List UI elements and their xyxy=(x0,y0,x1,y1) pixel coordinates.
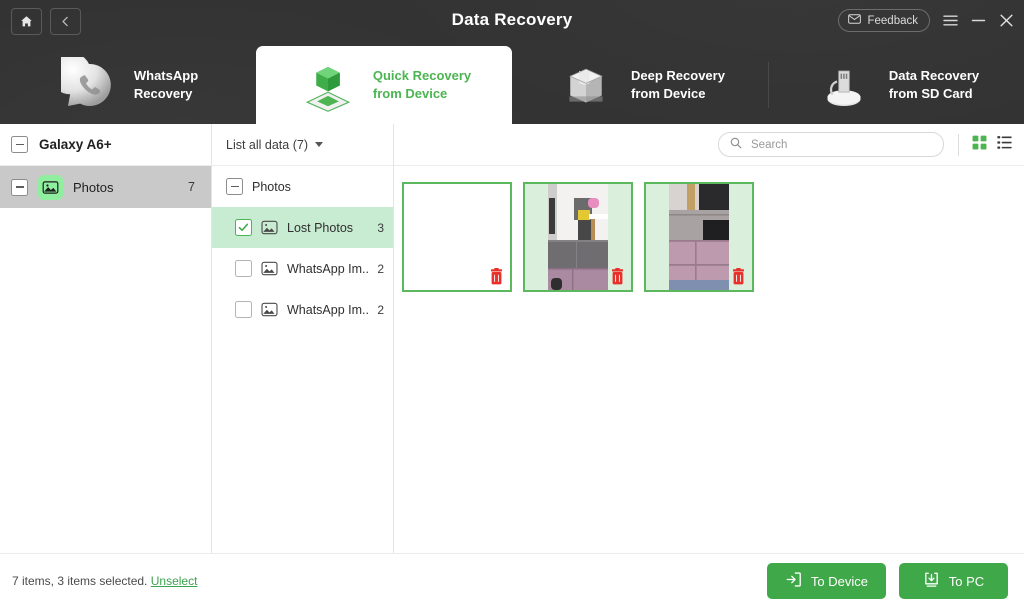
tree-node-count: 2 xyxy=(377,302,384,317)
checkbox-whatsapp-images-2[interactable] xyxy=(235,301,252,318)
list-all-data-label: List all data (7) xyxy=(226,137,308,152)
selection-status: 7 items, 3 items selected. Unselect xyxy=(12,574,767,588)
trash-icon xyxy=(610,268,625,285)
tree-node-label: Photos xyxy=(252,179,291,194)
feedback-label: Feedback xyxy=(867,14,918,27)
search-icon xyxy=(730,136,742,154)
data-tree-panel: List all data (7) Photos Lost Photos 3 W… xyxy=(212,124,394,553)
thumbnail-photo xyxy=(669,184,729,290)
footer-actions: To Device To PC xyxy=(766,563,1008,599)
tab-divider xyxy=(768,62,769,108)
tab-data-recovery-from-sd-card[interactable]: Data Recovery from SD Card xyxy=(768,46,1024,124)
sd-card-reader-icon xyxy=(813,54,875,116)
download-to-pc-icon xyxy=(923,571,940,591)
photo-icon xyxy=(261,220,278,235)
tab-label: Data Recovery from SD Card xyxy=(888,68,980,101)
collapse-minus-icon[interactable] xyxy=(226,178,243,195)
tab-label: WhatsApp Recovery xyxy=(133,68,199,101)
tab-label: Quick Recovery from Device xyxy=(372,68,472,101)
tree-node-whatsapp-images-1[interactable]: WhatsApp Im... 2 xyxy=(212,248,393,289)
selection-status-text: 7 items, 3 items selected. xyxy=(12,574,148,588)
tree-node-label: WhatsApp Im... xyxy=(287,302,369,317)
tree-node-whatsapp-images-2[interactable]: WhatsApp Im... 2 xyxy=(212,289,393,330)
thumbnail-item[interactable] xyxy=(402,182,512,292)
device-sidebar: Galaxy A6+ Photos 7 xyxy=(0,124,212,553)
title-bar: Data Recovery Feedback xyxy=(0,0,1024,46)
open-box-icon xyxy=(555,54,617,116)
mail-icon xyxy=(848,14,862,27)
collapse-minus-icon[interactable] xyxy=(11,136,28,153)
app-window: Data Recovery Feedback WhatsApp Recovery… xyxy=(0,0,1024,608)
close-icon[interactable] xyxy=(999,14,1014,27)
sidebar-item-photos[interactable]: Photos 7 xyxy=(0,166,211,208)
tree-node-photos[interactable]: Photos xyxy=(212,166,393,207)
feedback-button[interactable]: Feedback xyxy=(838,9,930,32)
content-panel xyxy=(394,124,1024,553)
tab-deep-recovery-from-device[interactable]: Deep Recovery from Device xyxy=(512,46,768,124)
photo-icon xyxy=(261,302,278,317)
tree-node-count: 3 xyxy=(377,220,384,235)
search-input[interactable] xyxy=(749,137,932,152)
tree-list: Photos Lost Photos 3 WhatsApp Im... 2 Wh… xyxy=(212,166,393,330)
green-cube-icon xyxy=(297,54,359,116)
unselect-link[interactable]: Unselect xyxy=(151,574,198,588)
checkbox-lost-photos[interactable] xyxy=(235,219,252,236)
photo-icon xyxy=(261,261,278,276)
tree-node-count: 2 xyxy=(377,261,384,276)
tab-quick-recovery-from-device[interactable]: Quick Recovery from Device xyxy=(256,46,512,124)
to-device-button[interactable]: To Device xyxy=(766,563,886,599)
export-to-device-icon xyxy=(785,571,802,591)
mode-tabs: WhatsApp Recovery Quick Recovery from De… xyxy=(0,46,1024,124)
thumbnail-item[interactable] xyxy=(644,182,754,292)
view-mode-toggles xyxy=(972,135,1012,155)
window-controls: Feedback xyxy=(838,9,1014,32)
minimize-icon[interactable] xyxy=(971,14,986,27)
sidebar-item-count: 7 xyxy=(188,180,195,194)
app-header: Data Recovery Feedback WhatsApp Recovery… xyxy=(0,0,1024,124)
tab-label: Deep Recovery from Device xyxy=(631,68,725,101)
content-toolbar xyxy=(394,124,1024,166)
tree-node-lost-photos[interactable]: Lost Photos 3 xyxy=(212,207,393,248)
device-header-row[interactable]: Galaxy A6+ xyxy=(0,124,211,166)
list-view-icon[interactable] xyxy=(997,135,1012,155)
whatsapp-phone-icon xyxy=(58,54,120,116)
checkbox-whatsapp-images-1[interactable] xyxy=(235,260,252,277)
tree-node-label: Lost Photos xyxy=(287,220,354,235)
to-device-label: To Device xyxy=(810,573,868,589)
to-pc-button[interactable]: To PC xyxy=(899,563,1008,599)
list-all-data-dropdown[interactable]: List all data (7) xyxy=(212,124,393,166)
sidebar-item-label: Photos xyxy=(73,179,114,195)
trash-icon xyxy=(731,268,746,285)
grid-view-icon[interactable] xyxy=(972,135,987,155)
device-name: Galaxy A6+ xyxy=(39,137,112,152)
footer-bar: 7 items, 3 items selected. Unselect To D… xyxy=(0,554,1024,608)
trash-icon xyxy=(489,268,504,285)
to-pc-label: To PC xyxy=(948,573,985,589)
thumbnail-item[interactable] xyxy=(523,182,633,292)
collapse-minus-icon[interactable] xyxy=(11,178,28,196)
tree-node-label: WhatsApp Im... xyxy=(287,261,369,276)
tab-whatsapp-recovery[interactable]: WhatsApp Recovery xyxy=(0,46,256,124)
main-body: Galaxy A6+ Photos 7 List all data (7) Ph… xyxy=(0,124,1024,554)
search-box[interactable] xyxy=(718,132,944,157)
chevron-down-icon xyxy=(314,142,323,147)
photo-icon xyxy=(38,174,63,200)
thumbnail-grid xyxy=(394,166,1024,553)
toolbar-divider xyxy=(958,133,959,156)
thumbnail-photo xyxy=(548,184,608,290)
hamburger-menu-icon[interactable] xyxy=(943,14,958,27)
